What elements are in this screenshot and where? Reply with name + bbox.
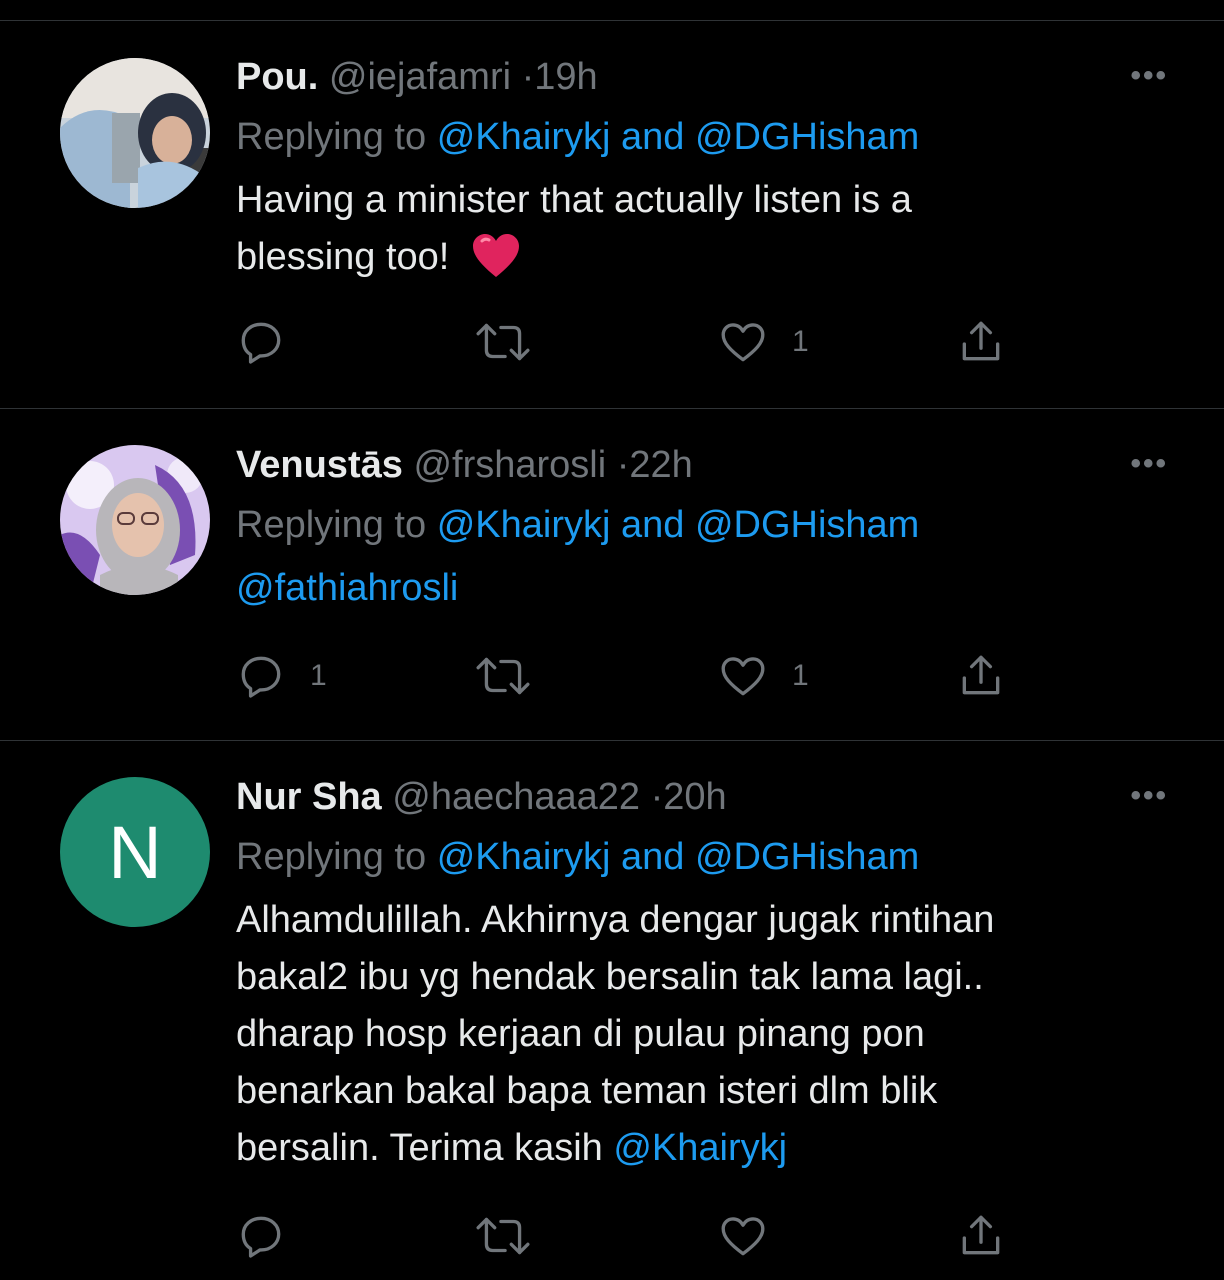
avatar[interactable] bbox=[60, 58, 210, 208]
display-name[interactable]: Pou. bbox=[236, 56, 318, 98]
heart-icon bbox=[721, 323, 765, 362]
retweet-button[interactable] bbox=[474, 651, 556, 701]
share-icon bbox=[962, 321, 1000, 361]
tweet[interactable]: ••• Pou. @iejafamri ·19h Replying to @Kh… bbox=[0, 21, 1224, 409]
share-icon bbox=[962, 1215, 1000, 1255]
separator-dot: · bbox=[650, 776, 664, 818]
replying-to: Replying to @Khairykj and @DGHisham bbox=[236, 502, 1144, 548]
tweet-text-line: dharap hosp kerjaan di pulau pinang pon bbox=[236, 1013, 925, 1055]
avatar-initial: N bbox=[60, 777, 210, 927]
tweet-text-line: benarkan bakal bapa teman isteri dlm bli… bbox=[236, 1070, 938, 1112]
mention-link[interactable]: @fathiahrosli bbox=[236, 567, 458, 609]
replying-to-label: Replying to bbox=[236, 116, 427, 158]
tweet-text: Having a minister that actually listen i… bbox=[236, 172, 1144, 286]
avatar[interactable] bbox=[60, 445, 210, 595]
timestamp[interactable]: 20h bbox=[663, 776, 726, 818]
share-button[interactable] bbox=[956, 651, 1006, 701]
retweet-icon bbox=[476, 323, 530, 361]
like-button[interactable] bbox=[718, 1211, 792, 1261]
tweet-text: @fathiahrosli bbox=[236, 560, 1144, 617]
replying-to-label: Replying to bbox=[236, 836, 427, 878]
avatar[interactable]: N bbox=[60, 777, 210, 927]
replying-to: Replying to @Khairykj and @DGHisham bbox=[236, 834, 1144, 880]
retweet-icon bbox=[476, 1217, 530, 1255]
heart-icon bbox=[721, 657, 765, 696]
tweet-text-line: Having a minister that actually listen i… bbox=[236, 179, 912, 221]
retweet-icon bbox=[476, 657, 530, 695]
tweet-text-line: Alhamdulillah. Akhirnya dengar jugak rin… bbox=[236, 899, 995, 941]
tweet-text-line: blessing too! bbox=[236, 229, 1144, 286]
heart-icon bbox=[721, 1217, 765, 1256]
like-count: 1 bbox=[792, 325, 809, 358]
separator-dot: · bbox=[521, 56, 535, 98]
display-name[interactable]: Nur Sha bbox=[236, 776, 382, 818]
retweet-button[interactable] bbox=[474, 317, 556, 367]
reply-mention-link[interactable]: @Khairykj and @DGHisham bbox=[437, 504, 920, 546]
avatar-photo bbox=[60, 445, 210, 595]
retweet-button[interactable] bbox=[474, 1211, 556, 1261]
like-count: 1 bbox=[792, 659, 809, 692]
replying-to-label: Replying to bbox=[236, 504, 427, 546]
avatar-photo bbox=[60, 58, 210, 208]
share-button[interactable] bbox=[956, 1211, 1006, 1261]
tweet-text: Alhamdulillah. Akhirnya dengar jugak rin… bbox=[236, 892, 1144, 1177]
tweet-actions: 1 bbox=[236, 317, 1036, 367]
heart-emoji-icon bbox=[472, 234, 519, 277]
timestamp[interactable]: 19h bbox=[534, 56, 597, 98]
user-handle[interactable]: @iejafamri bbox=[329, 56, 511, 98]
reply-button[interactable] bbox=[236, 317, 310, 367]
tweet[interactable]: N ••• Nur Sha @haechaaa22 ·20h Replying … bbox=[0, 741, 1224, 1280]
tweet[interactable]: ••• Venustās @frsharosli ·22h Replying t… bbox=[0, 409, 1224, 741]
user-handle[interactable]: @haechaaa22 bbox=[392, 776, 640, 818]
reply-mention-link[interactable]: @Khairykj and @DGHisham bbox=[437, 116, 920, 158]
reply-mention-link[interactable]: @Khairykj and @DGHisham bbox=[437, 836, 920, 878]
replying-to: Replying to @Khairykj and @DGHisham bbox=[236, 114, 1144, 160]
tweet-header: Nur Sha @haechaaa22 ·20h bbox=[236, 774, 1144, 820]
share-button[interactable] bbox=[956, 317, 1006, 367]
reply-button[interactable]: 1 bbox=[236, 651, 327, 701]
display-name[interactable]: Venustās bbox=[236, 444, 403, 486]
mention-link[interactable]: @Khairykj bbox=[613, 1127, 787, 1169]
share-icon bbox=[962, 655, 1000, 695]
like-button[interactable]: 1 bbox=[718, 317, 809, 367]
tweet-header: Pou. @iejafamri ·19h bbox=[236, 54, 1144, 100]
tweet-actions bbox=[236, 1211, 1036, 1261]
timestamp[interactable]: 22h bbox=[629, 444, 692, 486]
separator-dot: · bbox=[616, 444, 630, 486]
reply-icon bbox=[241, 656, 281, 698]
reply-icon bbox=[241, 1216, 281, 1258]
reply-button[interactable] bbox=[236, 1211, 310, 1261]
tweet-text-line: bersalin. Terima kasih @Khairykj bbox=[236, 1127, 788, 1169]
tweet-header: Venustās @frsharosli ·22h bbox=[236, 442, 1144, 488]
reply-icon bbox=[241, 322, 281, 364]
reply-count: 1 bbox=[310, 659, 327, 692]
tweet-actions: 1 1 bbox=[236, 651, 1036, 701]
user-handle[interactable]: @frsharosli bbox=[413, 444, 606, 486]
tweet-text-line: bakal2 ibu yg hendak bersalin tak lama l… bbox=[236, 956, 984, 998]
like-button[interactable]: 1 bbox=[718, 651, 809, 701]
